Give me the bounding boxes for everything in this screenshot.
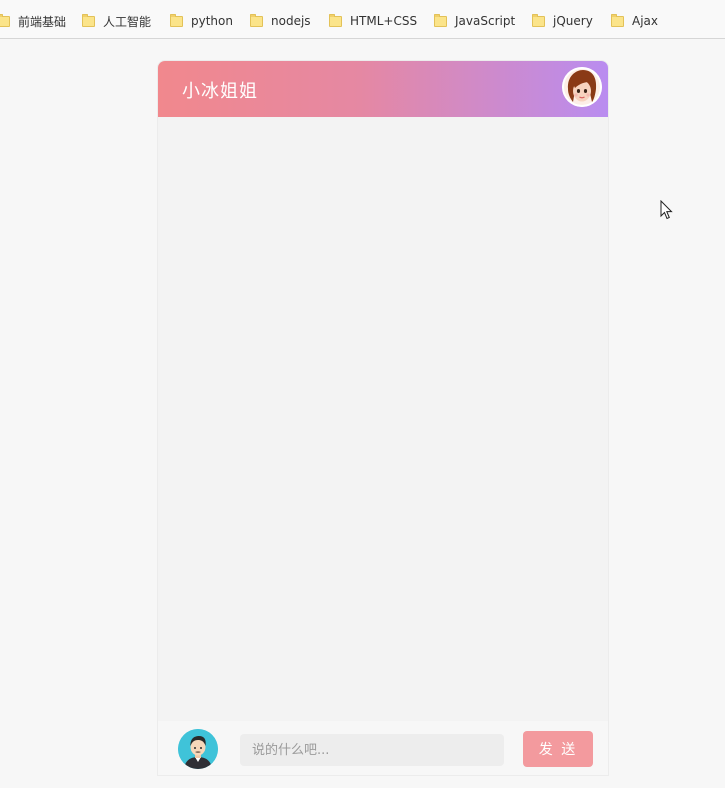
bookmark-folder-jquery[interactable]: jQuery bbox=[532, 11, 593, 31]
man-avatar-icon bbox=[178, 729, 218, 769]
chat-footer: 发 送 bbox=[158, 721, 608, 775]
chat-header: 小冰姐姐 bbox=[158, 61, 608, 117]
folder-icon bbox=[611, 13, 624, 27]
folder-icon bbox=[170, 13, 183, 27]
bookmark-label: HTML+CSS bbox=[350, 14, 418, 28]
folder-icon bbox=[532, 13, 545, 27]
bookmark-folder-python[interactable]: python bbox=[170, 11, 233, 31]
bookmark-label: Ajax bbox=[632, 14, 658, 28]
bookmark-folder-html-css[interactable]: HTML+CSS bbox=[329, 11, 417, 31]
chat-title: 小冰姐姐 bbox=[182, 81, 258, 102]
chat-window: 小冰姐姐 说的什么吧... 发 送 bbox=[157, 60, 609, 776]
folder-icon bbox=[0, 13, 10, 27]
bookmark-folder-ai[interactable]: 人工智能 bbox=[82, 11, 151, 31]
folder-icon bbox=[329, 13, 342, 27]
bookmark-label: python bbox=[191, 14, 233, 28]
girl-avatar-icon[interactable] bbox=[562, 67, 602, 107]
bookmark-label: jQuery bbox=[553, 14, 593, 28]
folder-icon bbox=[250, 13, 263, 27]
chat-messages-area[interactable] bbox=[158, 117, 608, 721]
bookmark-label: JavaScript bbox=[455, 14, 516, 28]
folder-icon bbox=[434, 13, 447, 27]
mouse-pointer-icon bbox=[660, 199, 674, 220]
bookmark-label: 人工智能 bbox=[103, 14, 152, 29]
bookmarks-bar: 前端基础 人工智能 python nodejs HTML+CSS JavaScr… bbox=[0, 0, 725, 39]
bookmark-label: nodejs bbox=[271, 14, 311, 28]
bookmark-folder-ajax[interactable]: Ajax bbox=[611, 11, 658, 31]
bookmark-folder-nodejs[interactable]: nodejs bbox=[250, 11, 311, 31]
send-button[interactable]: 发 送 bbox=[523, 731, 593, 767]
folder-icon bbox=[82, 13, 95, 27]
bookmark-folder-frontend[interactable]: 前端基础 bbox=[0, 11, 66, 31]
bookmark-folder-javascript[interactable]: JavaScript bbox=[434, 11, 515, 31]
bookmark-label: 前端基础 bbox=[18, 14, 67, 29]
message-input[interactable] bbox=[240, 734, 504, 766]
